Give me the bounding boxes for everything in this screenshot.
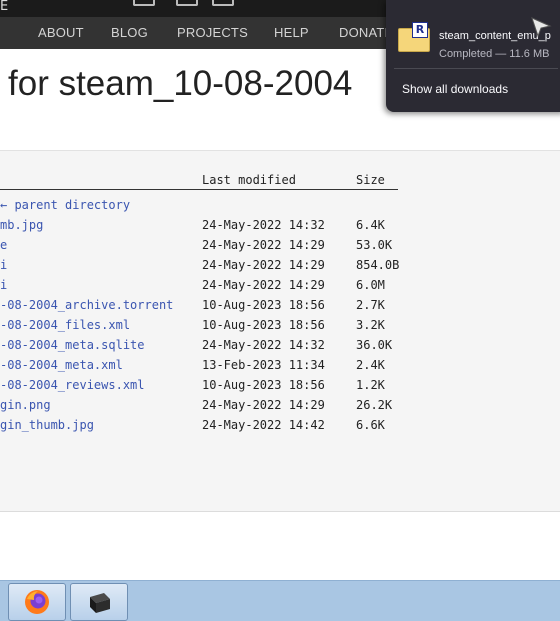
table-row: i 24-May-2022 14:29 854.0B [0,258,560,278]
file-date: 24-May-2022 14:32 [202,338,325,352]
table-row: -08-2004_meta.xml 13-Feb-2023 11:34 2.4K [0,358,560,378]
firefox-icon [25,590,49,614]
file-date: 10-Aug-2023 18:56 [202,378,325,392]
site-logo-fragment: E [0,0,9,14]
toolbar-icon[interactable] [212,0,234,6]
nav-blog[interactable]: BLOG [111,25,148,40]
file-size: 36.0K [356,338,393,352]
table-row: i 24-May-2022 14:29 6.0M [0,278,560,298]
file-link[interactable]: i [0,278,7,292]
table-row: gin_thumb.jpg 24-May-2022 14:42 6.6K [0,418,560,438]
show-all-downloads-button[interactable]: Show all downloads [402,82,508,96]
column-header-last-modified: Last modified [202,173,296,187]
file-date: 24-May-2022 14:42 [202,418,325,432]
file-date: 24-May-2022 14:32 [202,218,325,232]
column-header-size: Size [356,173,385,187]
taskbar-terminal-button[interactable] [70,583,128,621]
table-row: -08-2004_meta.sqlite 24-May-2022 14:32 3… [0,338,560,358]
file-link[interactable]: gin_thumb.jpg [0,418,94,432]
file-link[interactable]: -08-2004_meta.xml [0,358,123,372]
file-size: 2.4K [356,358,385,372]
parent-directory-row: ← parent directory [0,198,560,218]
file-size: 3.2K [356,318,385,332]
file-link[interactable]: mb.jpg [0,218,43,232]
file-link[interactable]: -08-2004_meta.sqlite [0,338,145,352]
downloads-panel: R steam_content_emu_p Completed — 11.6 M… [386,0,560,112]
parent-directory-link[interactable]: ← parent directory [0,198,130,212]
table-row: -08-2004_archive.torrent 10-Aug-2023 18:… [0,298,560,318]
table-row: -08-2004_files.xml 10-Aug-2023 18:56 3.2… [0,318,560,338]
file-date: 13-Feb-2023 11:34 [202,358,325,372]
file-date: 24-May-2022 14:29 [202,238,325,252]
file-type-badge: R [412,22,428,38]
nav-projects[interactable]: PROJECTS [177,25,248,40]
file-link[interactable]: -08-2004_reviews.xml [0,378,145,392]
file-link[interactable]: -08-2004_files.xml [0,318,130,332]
file-date: 24-May-2022 14:29 [202,398,325,412]
header-divider [0,189,398,190]
file-listing: Last modified Size ← parent directory mb… [0,150,560,512]
file-size: 26.2K [356,398,393,412]
file-link[interactable]: i [0,258,7,272]
taskbar-firefox-button[interactable] [8,583,66,621]
file-link[interactable]: e [0,238,7,252]
table-row: e 24-May-2022 14:29 53.0K [0,238,560,258]
file-size: 2.7K [356,298,385,312]
download-status: Completed — 11.6 MB [439,48,550,60]
table-row: mb.jpg 24-May-2022 14:32 6.4K [0,218,560,238]
table-row: gin.png 24-May-2022 14:29 26.2K [0,398,560,418]
page-title: for steam_10-08-2004 [8,64,353,103]
toolbar-icon[interactable] [133,0,155,6]
file-size: 6.0M [356,278,385,292]
file-size: 1.2K [356,378,385,392]
file-link[interactable]: -08-2004_archive.torrent [0,298,173,312]
file-size: 6.6K [356,418,385,432]
file-date: 10-Aug-2023 18:56 [202,298,325,312]
terminal-icon [90,593,110,613]
file-size: 854.0B [356,258,400,272]
download-item[interactable]: R steam_content_emu_p Completed — 11.6 M… [394,8,558,62]
nav-help[interactable]: HELP [274,25,309,40]
file-size: 53.0K [356,238,393,252]
mouse-cursor-icon [531,17,552,38]
file-icon: R [398,22,430,52]
file-date: 24-May-2022 14:29 [202,258,325,272]
toolbar-icon[interactable] [176,0,198,6]
file-size: 6.4K [356,218,385,232]
file-link[interactable]: gin.png [0,398,51,412]
taskbar [0,580,560,621]
file-date: 10-Aug-2023 18:56 [202,318,325,332]
file-date: 24-May-2022 14:29 [202,278,325,292]
table-row: -08-2004_reviews.xml 10-Aug-2023 18:56 1… [0,378,560,398]
nav-about[interactable]: ABOUT [38,25,84,40]
panel-divider [394,68,558,69]
